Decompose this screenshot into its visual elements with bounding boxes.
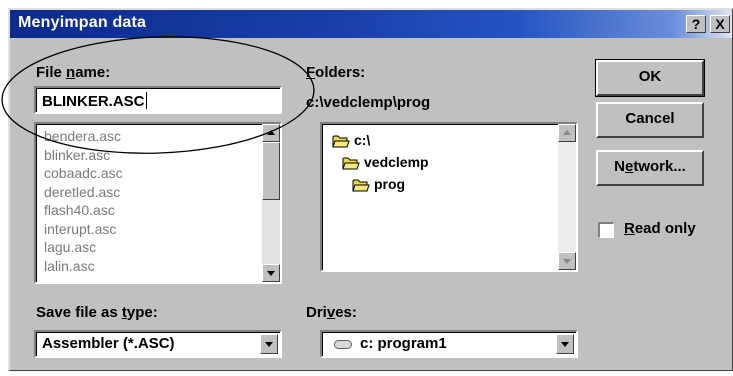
scroll-up-button[interactable] (262, 124, 280, 142)
file-list-item[interactable]: lagu.asc (44, 239, 96, 256)
read-only-checkbox[interactable] (598, 222, 614, 238)
arrow-down-icon (563, 259, 571, 264)
open-folder-icon (352, 179, 370, 192)
file-list-item[interactable]: lalin.asc (44, 258, 95, 275)
folders-label: Folders: (306, 64, 366, 81)
file-list-item[interactable]: bendera.asc (44, 128, 121, 145)
folder-label: prog (374, 176, 406, 192)
folder-label: vedclemp (364, 154, 429, 170)
file-list-item[interactable]: blinker.asc (44, 147, 110, 164)
file-list[interactable]: bendera.asc blinker.asc cobaadc.asc deretle… (34, 122, 282, 284)
ok-button[interactable]: OK (595, 59, 705, 97)
close-button[interactable]: X (710, 15, 730, 33)
dialog-title: Menyimpan data (18, 14, 147, 31)
drives-value: c: program1 (360, 335, 447, 352)
file-list-item[interactable]: interupt.asc (44, 221, 116, 238)
arrow-up-icon (267, 130, 275, 135)
open-folder-icon (332, 135, 350, 148)
help-button[interactable]: ? (686, 15, 706, 33)
chevron-down-icon (561, 342, 569, 347)
hard-drive-icon (334, 340, 352, 349)
read-only-label: Read only (624, 220, 696, 237)
chevron-down-icon (265, 342, 273, 347)
open-folder-icon (342, 157, 360, 170)
file-list-item[interactable]: flash40.asc (44, 202, 115, 219)
file-list-scrollbar[interactable] (262, 124, 280, 282)
drives-label: Drives: (306, 304, 357, 321)
drives-select[interactable]: c: program1 (320, 330, 578, 358)
folder-label: c:\ (354, 132, 371, 148)
folder-scroll-up-button[interactable] (558, 124, 576, 142)
file-list-item[interactable]: deretled.asc (44, 184, 120, 201)
drives-dropdown-button[interactable] (556, 334, 574, 354)
title-bar[interactable]: Menyimpan data ? X (10, 10, 732, 38)
save-type-value: Assembler (*.ASC) (42, 335, 175, 352)
save-type-label: Save file as type: (36, 304, 158, 321)
save-type-dropdown-button[interactable] (260, 334, 278, 354)
scroll-down-button[interactable] (262, 264, 280, 282)
network-button[interactable]: Network... (596, 150, 704, 186)
save-type-select[interactable]: Assembler (*.ASC) (34, 330, 282, 358)
file-name-label: File name: (36, 64, 111, 81)
arrow-up-icon (563, 130, 571, 135)
text-caret (145, 92, 147, 109)
file-name-value: BLINKER.ASC (42, 93, 145, 110)
arrow-down-icon (267, 271, 275, 276)
file-list-item[interactable]: cobaadc.asc (44, 165, 123, 182)
current-folder-path: c:\vedclemp\prog (306, 94, 431, 111)
folder-tree-scrollbar[interactable] (558, 124, 576, 270)
file-name-input[interactable]: BLINKER.ASC (34, 86, 282, 114)
folder-tree[interactable]: c:\ vedclemp prog (320, 122, 578, 272)
save-dialog: Menyimpan data ? X File name: BLINKER.AS… (8, 8, 733, 371)
folder-scroll-down-button[interactable] (558, 252, 576, 270)
cancel-button[interactable]: Cancel (596, 102, 704, 138)
scroll-thumb[interactable] (262, 142, 280, 200)
